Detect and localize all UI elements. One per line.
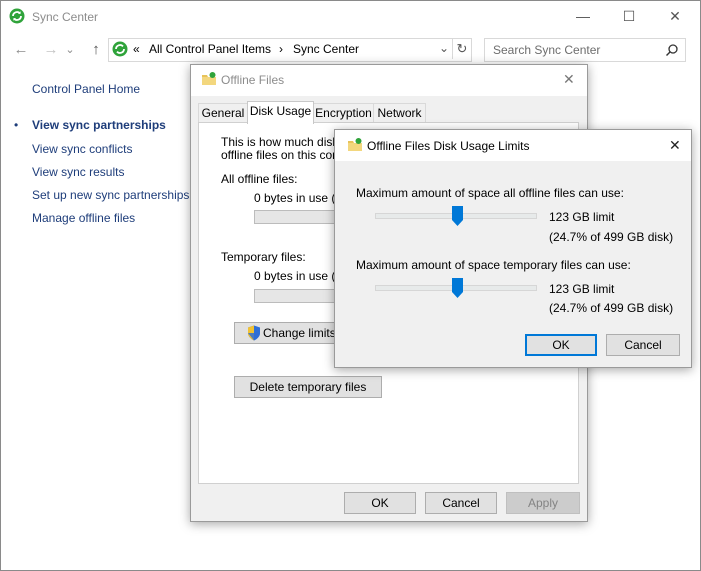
sync-center-icon bbox=[9, 8, 25, 24]
search-icon[interactable] bbox=[665, 43, 679, 57]
breadcrumb-separator[interactable]: › bbox=[279, 42, 283, 56]
change-limits-label: Change limits bbox=[263, 326, 336, 340]
all-offline-files-usage-bar bbox=[254, 210, 341, 224]
temporary-files-max-label: Maximum amount of space temporary files … bbox=[356, 258, 631, 272]
all-offline-files-max-label: Maximum amount of space all offline file… bbox=[356, 186, 624, 200]
tab-disk-usage[interactable]: Disk Usage bbox=[247, 101, 314, 124]
disk-usage-limits-cancel-button[interactable]: Cancel bbox=[606, 334, 680, 356]
disk-usage-limits-title: Offline Files Disk Usage Limits bbox=[367, 139, 530, 153]
offline-files-close-button[interactable]: ✕ bbox=[563, 71, 575, 88]
search-input[interactable]: Search Sync Center bbox=[484, 38, 686, 62]
refresh-icon[interactable]: ↻ bbox=[452, 39, 471, 59]
sidebar-item-view-sync-results[interactable]: View sync results bbox=[32, 165, 124, 179]
temporary-files-usage-bar bbox=[254, 289, 341, 303]
up-arrow-icon[interactable]: ↑ bbox=[85, 40, 107, 60]
address-bar[interactable]: « All Control Panel Items › Sync Center … bbox=[108, 38, 472, 62]
all-offline-files-limit-percent: (24.7% of 499 GB disk) bbox=[549, 230, 674, 244]
window-title: Sync Center bbox=[32, 10, 99, 24]
close-button[interactable]: ✕ bbox=[652, 0, 698, 32]
temporary-files-usage: 0 bytes in use (1 bbox=[254, 269, 343, 283]
search-placeholder: Search Sync Center bbox=[493, 43, 601, 57]
delete-temporary-files-button[interactable]: Delete temporary files bbox=[234, 376, 382, 398]
offline-files-folder-icon bbox=[201, 71, 217, 87]
all-offline-files-slider-thumb[interactable] bbox=[452, 206, 464, 226]
uac-shield-icon bbox=[247, 325, 261, 341]
back-arrow-icon[interactable]: ← bbox=[10, 40, 32, 60]
sidebar-item-view-sync-partnerships[interactable]: View sync partnerships bbox=[32, 118, 166, 132]
breadcrumb-overflow[interactable]: « bbox=[133, 42, 140, 56]
breadcrumb-sync-center[interactable]: Sync Center bbox=[293, 42, 359, 56]
temporary-files-limit: 123 GB limit bbox=[549, 282, 615, 296]
offline-files-cancel-button[interactable]: Cancel bbox=[425, 492, 497, 514]
title-bar: Sync Center — ☐ ✕ bbox=[0, 0, 699, 32]
all-offline-files-usage: 0 bytes in use (1 bbox=[254, 191, 343, 205]
maximize-button[interactable]: ☐ bbox=[606, 0, 652, 32]
recent-locations-chevron-icon[interactable]: ⌄ bbox=[63, 40, 77, 60]
control-panel-sync-icon bbox=[112, 41, 128, 57]
sidebar-item-view-sync-conflicts[interactable]: View sync conflicts bbox=[32, 142, 132, 156]
disk-usage-intro-line2: offline files on this comp bbox=[221, 148, 349, 162]
address-dropdown-chevron-icon[interactable]: ⌄ bbox=[439, 41, 449, 55]
breadcrumb-all-control-panel-items[interactable]: All Control Panel Items bbox=[149, 42, 271, 56]
minimize-button[interactable]: — bbox=[560, 0, 606, 32]
temporary-files-limit-percent: (24.7% of 499 GB disk) bbox=[549, 301, 674, 315]
control-panel-home-link[interactable]: Control Panel Home bbox=[32, 82, 140, 96]
active-item-bullet: • bbox=[14, 118, 19, 132]
disk-usage-limits-dialog: Offline Files Disk Usage Limits ✕ Maximu… bbox=[334, 129, 692, 368]
all-offline-files-limit: 123 GB limit bbox=[549, 210, 615, 224]
tab-encryption[interactable]: Encryption bbox=[313, 103, 374, 123]
sidebar-item-manage-offline-files[interactable]: Manage offline files bbox=[32, 211, 135, 225]
offline-files-ok-button[interactable]: OK bbox=[344, 492, 416, 514]
forward-arrow-icon[interactable]: → bbox=[40, 40, 62, 60]
sidebar-item-set-up-new-sync-partnerships[interactable]: Set up new sync partnerships bbox=[32, 188, 189, 202]
all-offline-files-label: All offline files: bbox=[221, 172, 298, 186]
disk-usage-limits-folder-icon bbox=[347, 137, 363, 153]
tab-general[interactable]: General bbox=[198, 103, 248, 123]
disk-usage-limits-ok-button[interactable]: OK bbox=[525, 334, 597, 356]
offline-files-title: Offline Files bbox=[221, 73, 285, 87]
temporary-files-slider-thumb[interactable] bbox=[452, 278, 464, 298]
offline-files-apply-button[interactable]: Apply bbox=[506, 492, 580, 514]
change-limits-button[interactable]: Change limits bbox=[234, 322, 340, 344]
tab-network[interactable]: Network bbox=[373, 103, 426, 123]
temporary-files-label: Temporary files: bbox=[221, 250, 306, 264]
disk-usage-limits-close-button[interactable]: ✕ bbox=[669, 137, 681, 154]
